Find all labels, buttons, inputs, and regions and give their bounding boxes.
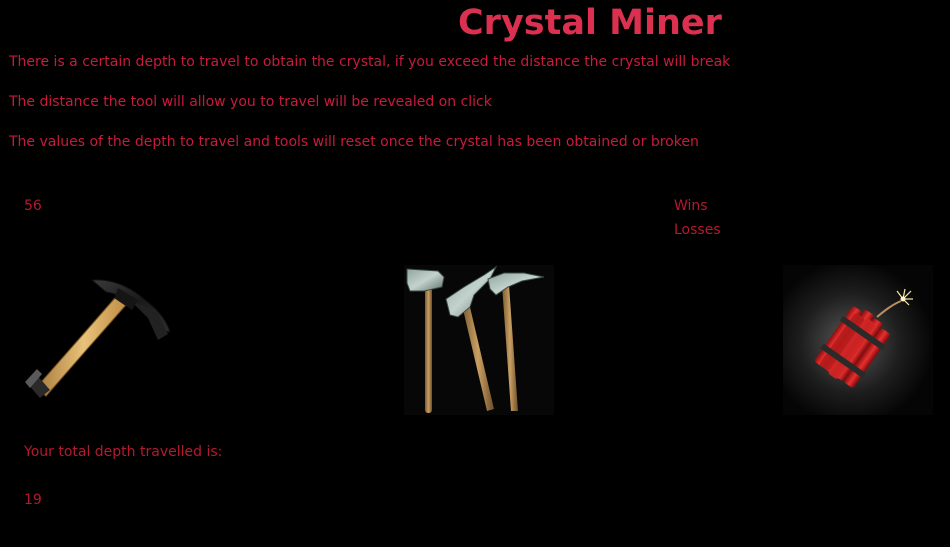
axes-icon <box>406 265 545 413</box>
rule-text-reveal: The distance the tool will allow you to … <box>9 94 492 110</box>
pickaxe-icon <box>25 279 171 398</box>
pickaxe-tool-button[interactable] <box>20 270 175 410</box>
total-depth-value: 19 <box>24 492 42 508</box>
target-depth-value: 56 <box>24 198 42 214</box>
axes-tool-button[interactable] <box>404 265 554 415</box>
wins-label: Wins <box>674 198 708 214</box>
rule-text-reset: The values of the depth to travel and to… <box>9 134 699 150</box>
losses-label: Losses <box>674 222 721 238</box>
rule-text-depth: There is a certain depth to travel to ob… <box>9 54 731 70</box>
page-title: Crystal Miner <box>458 3 722 43</box>
dynamite-icon <box>783 265 933 415</box>
dynamite-tool-button[interactable] <box>783 265 933 415</box>
total-depth-label: Your total depth travelled is: <box>24 444 223 460</box>
game-screen: Crystal Miner There is a certain depth t… <box>0 0 950 547</box>
